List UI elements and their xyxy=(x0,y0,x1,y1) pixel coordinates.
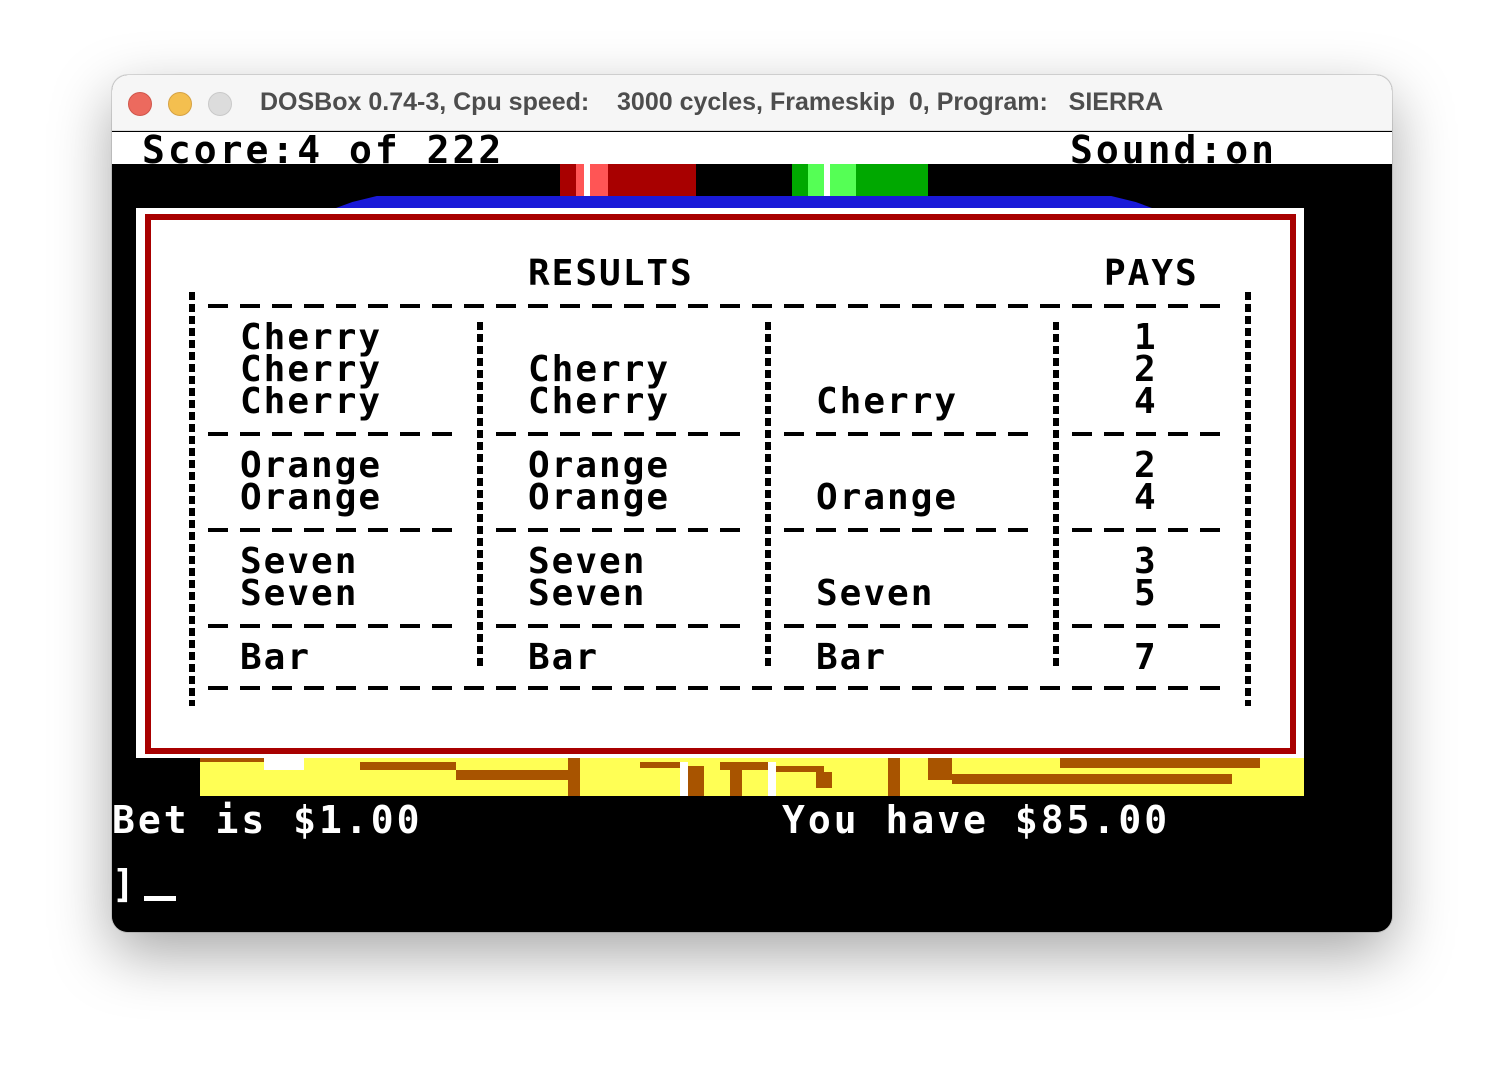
table-cell: Seven Seven xyxy=(528,541,647,614)
row-divider xyxy=(1072,528,1228,532)
pays-cell: 2 4 xyxy=(1134,445,1158,518)
row-divider xyxy=(208,528,458,532)
title-bar[interactable]: DOSBox 0.74-3, Cpu speed: 3000 cycles, F… xyxy=(112,75,1392,131)
zoom-icon[interactable] xyxy=(208,92,232,116)
status-line: Score:4 of 222 Sound:on xyxy=(112,132,1392,172)
table-cell: Seven xyxy=(816,573,935,614)
row-divider xyxy=(784,432,1034,436)
row-divider xyxy=(1072,624,1228,628)
window-title: DOSBox 0.74-3, Cpu speed: 3000 cycles, F… xyxy=(260,88,1164,116)
table-top-line xyxy=(208,304,1228,308)
table-cell: Cherry xyxy=(816,381,959,422)
command-prompt[interactable]: ] xyxy=(112,862,135,906)
row-divider xyxy=(208,624,458,628)
table-cell: Cherry Cherry Cherry xyxy=(240,317,383,422)
close-icon[interactable] xyxy=(128,92,152,116)
dosbox-window: DOSBox 0.74-3, Cpu speed: 3000 cycles, F… xyxy=(112,75,1392,932)
pays-cell: 1 2 4 xyxy=(1134,317,1158,422)
green-light-panel xyxy=(792,164,928,196)
table-cell: Bar xyxy=(240,637,312,678)
game-screen[interactable]: Score:4 of 222 Sound:on RESULTS PAYS Che… xyxy=(112,132,1392,932)
sound-status-text: Sound:on xyxy=(1070,132,1278,172)
table-cell: Orange xyxy=(816,477,959,518)
column-divider-2 xyxy=(765,322,771,670)
pays-cell: 3 5 xyxy=(1134,541,1158,614)
pays-cell: 7 xyxy=(1134,637,1158,678)
row-divider xyxy=(784,528,1034,532)
results-dialog: RESULTS PAYS Cherry Cherry Cherry Cherry… xyxy=(136,208,1304,758)
pays-heading: PAYS xyxy=(1104,253,1199,294)
table-cell: Bar xyxy=(816,637,888,678)
text-cursor xyxy=(144,896,176,901)
table-right-border xyxy=(1245,292,1251,706)
table-bottom-line xyxy=(208,686,1228,690)
table-cell: Orange Orange xyxy=(240,445,383,518)
table-cell: Seven Seven xyxy=(240,541,359,614)
bet-text: Bet is $1.00 xyxy=(112,798,423,842)
money-text: You have $85.00 xyxy=(782,798,1171,842)
red-light-panel xyxy=(560,164,696,196)
score-text: Score:4 of 222 xyxy=(142,132,505,172)
row-divider xyxy=(496,624,746,628)
row-divider xyxy=(496,432,746,436)
results-heading: RESULTS xyxy=(528,253,694,294)
table-cell: Cherry Cherry xyxy=(528,349,671,422)
table-cell: Orange Orange xyxy=(528,445,671,518)
table-cell: Bar xyxy=(528,637,600,678)
row-divider xyxy=(784,624,1034,628)
floor-strip xyxy=(200,758,1304,796)
minimize-icon[interactable] xyxy=(168,92,192,116)
table-edge xyxy=(336,196,1152,208)
row-divider xyxy=(496,528,746,532)
column-divider-1 xyxy=(477,322,483,670)
row-divider xyxy=(1072,432,1228,436)
column-divider-3 xyxy=(1053,322,1059,670)
table-left-border xyxy=(189,292,195,706)
row-divider xyxy=(208,432,458,436)
